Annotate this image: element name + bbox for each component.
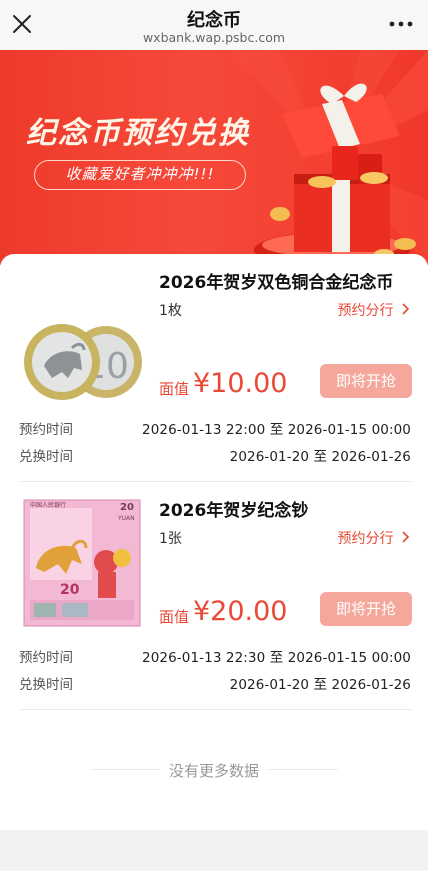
- product-quantity: 1枚: [159, 303, 182, 319]
- banknote-image: 中国人民银行 20 YUAN 20: [23, 499, 141, 627]
- reserve-time-label: 预约时间: [19, 650, 73, 666]
- range-separator: 至: [269, 650, 284, 666]
- gift-box-illustration: [270, 83, 416, 259]
- exchange-end: 2026-01-26: [331, 449, 411, 465]
- banner-tagline: 收藏爱好者冲冲冲!!!: [34, 160, 246, 190]
- more-options-icon[interactable]: [388, 14, 414, 34]
- reserve-start: 2026-01-13 22:00: [142, 422, 266, 438]
- banknote-denom-top: 20: [120, 502, 134, 513]
- exchange-start: 2026-01-20: [229, 677, 310, 693]
- page-url: wxbank.wap.psbc.com: [142, 30, 286, 45]
- price-value: ¥10.00: [193, 368, 288, 399]
- footer-line-right: [268, 769, 338, 770]
- banknote-denom-bottom: 20: [60, 582, 80, 598]
- reserve-time-label: 预约时间: [19, 422, 73, 438]
- chevron-right-icon: [402, 303, 410, 315]
- promo-banner: 纪念币预约兑换 收藏爱好者冲冲冲!!!: [0, 50, 428, 265]
- reserve-time-value: 2026-01-13 22:30 至 2026-01-15 00:00: [142, 646, 411, 666]
- price-value: ¥20.00: [193, 596, 288, 627]
- item-divider: [19, 709, 412, 710]
- reserve-button[interactable]: 即将开抢: [320, 592, 412, 626]
- range-separator: 至: [313, 677, 328, 693]
- page-title: 纪念币: [187, 10, 241, 31]
- reserve-end: 2026-01-15 00:00: [287, 650, 411, 666]
- product-list-card: 10 2026年贺岁双色铜合金纪念币 1枚 预约分行 面值 ¥10.00 即将开…: [0, 254, 428, 830]
- reserve-button[interactable]: 即将开抢: [320, 364, 412, 398]
- coin-image: 10: [24, 324, 142, 400]
- chevron-right-icon: [402, 531, 410, 543]
- product-name: 2026年贺岁双色铜合金纪念币: [159, 273, 394, 293]
- reserve-start: 2026-01-13 22:30: [142, 650, 266, 666]
- range-separator: 至: [313, 449, 328, 465]
- banknote-unit: YUAN: [117, 515, 135, 522]
- exchange-time-label: 兑换时间: [19, 449, 73, 465]
- item-divider: [19, 481, 412, 482]
- reserve-branch-label: 预约分行: [337, 303, 394, 319]
- reserve-branch-link[interactable]: 预约分行: [338, 528, 410, 548]
- price-label: 面值: [159, 380, 190, 398]
- exchange-time-value: 2026-01-20 至 2026-01-26: [230, 673, 411, 693]
- exchange-start: 2026-01-20: [229, 449, 310, 465]
- range-separator: 至: [269, 422, 284, 438]
- product-name: 2026年贺岁纪念钞: [159, 501, 309, 521]
- reserve-branch-label: 预约分行: [337, 531, 394, 547]
- page: { "nav": { "title": "纪念币", "url": "wxban…: [0, 0, 428, 871]
- no-more-data-text: 没有更多数据: [168, 762, 259, 780]
- product-quantity: 1张: [159, 531, 182, 547]
- exchange-time-label: 兑换时间: [19, 677, 73, 693]
- exchange-time-value: 2026-01-20 至 2026-01-26: [230, 445, 411, 465]
- banknote-issuer-text: 中国人民银行: [30, 501, 66, 509]
- price-label: 面值: [159, 608, 190, 626]
- banner-title: 纪念币预约兑换: [26, 116, 250, 151]
- exchange-end: 2026-01-26: [331, 677, 411, 693]
- reserve-branch-link[interactable]: 预约分行: [338, 300, 410, 320]
- reserve-end: 2026-01-15 00:00: [287, 422, 411, 438]
- reserve-time-value: 2026-01-13 22:00 至 2026-01-15 00:00: [142, 418, 411, 438]
- top-nav-bar: 纪念币 wxbank.wap.psbc.com: [0, 0, 428, 50]
